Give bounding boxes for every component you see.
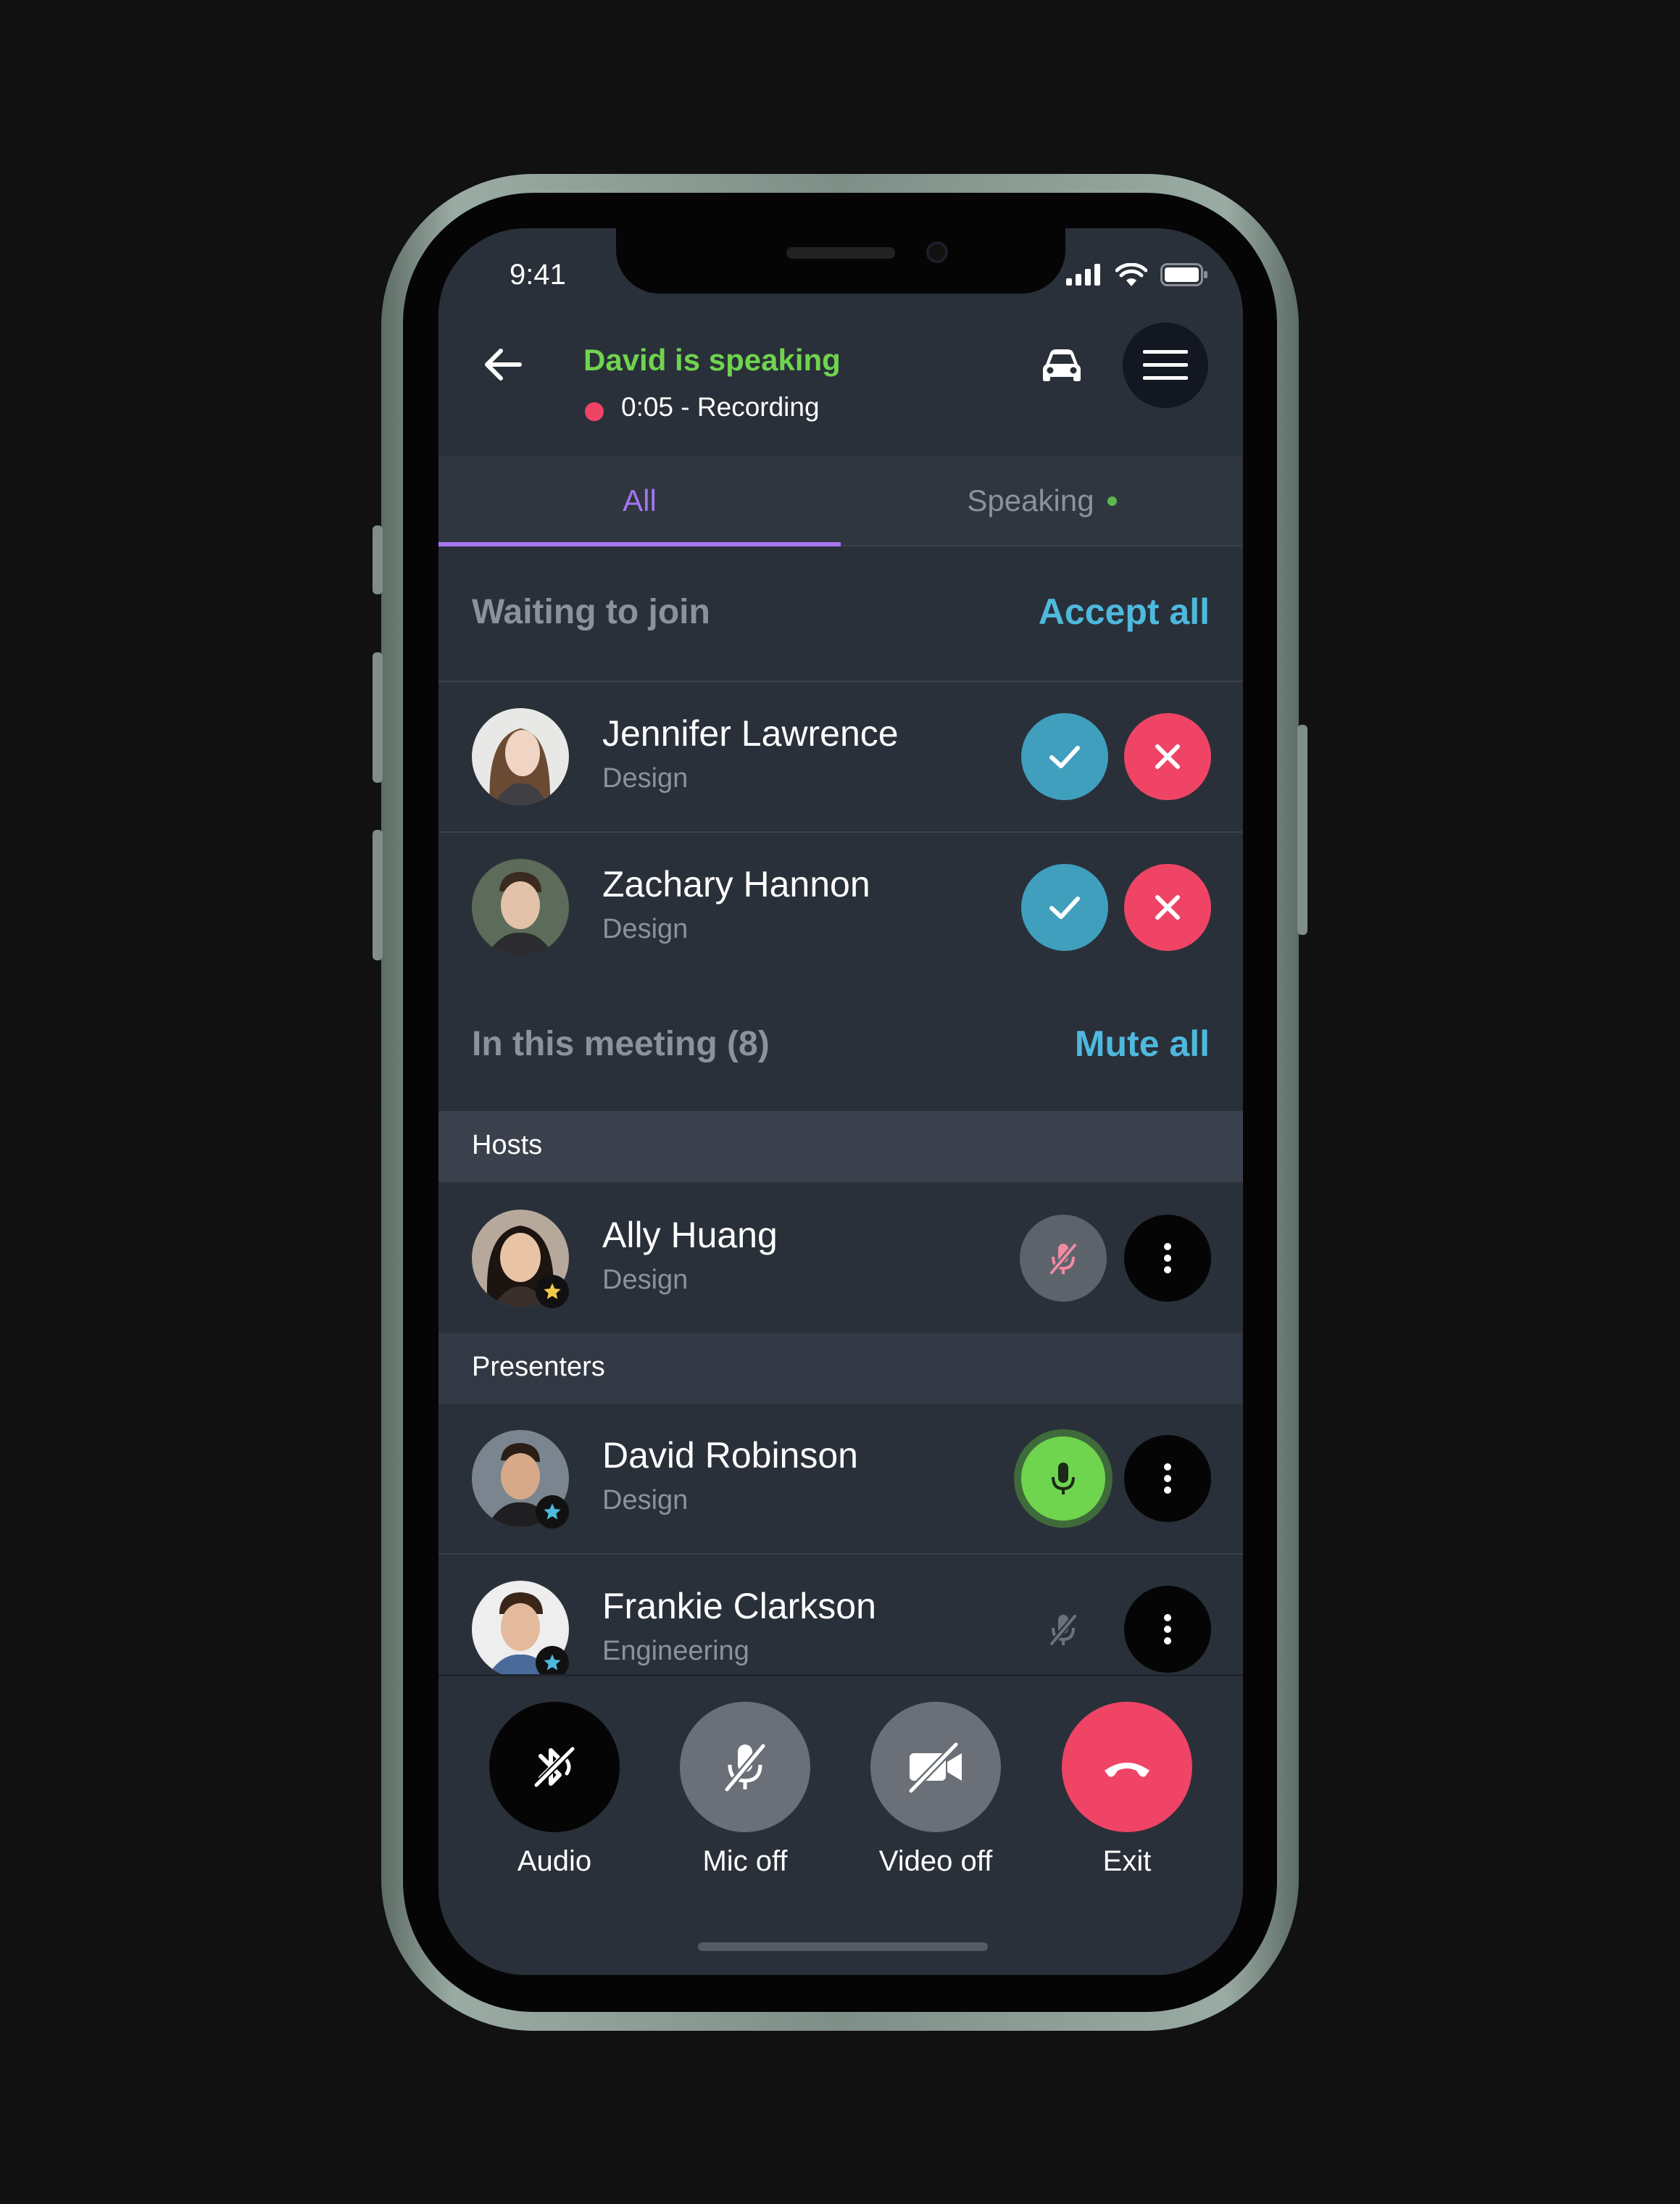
check-icon [1049, 746, 1080, 768]
more-vertical-icon [1164, 1614, 1171, 1644]
waiting-row: Jennifer Lawrence Design [438, 682, 1243, 831]
exit-call-button[interactable] [1062, 1702, 1192, 1832]
mic-toggle-button[interactable] [680, 1702, 810, 1832]
phone-mute-switch [373, 525, 383, 594]
accept-button[interactable] [1021, 864, 1108, 951]
recording-timer: 0:05 - Recording [621, 392, 820, 422]
participant-mic-button[interactable] [1020, 1215, 1107, 1302]
more-options-button[interactable] [1124, 1586, 1211, 1673]
accept-button[interactable] [1021, 713, 1108, 800]
close-icon [1155, 744, 1180, 769]
more-vertical-icon [1164, 1463, 1171, 1494]
waiting-section-title: Waiting to join [472, 593, 710, 631]
phone-volume-up [373, 652, 383, 783]
hosts-subheader: Hosts [438, 1111, 1243, 1182]
driving-mode-button[interactable] [1033, 337, 1091, 395]
arrow-left-icon [485, 349, 522, 380]
tab-all[interactable]: All [438, 457, 841, 545]
star-icon [544, 1503, 561, 1520]
participant-mic-button[interactable] [1020, 1586, 1107, 1673]
battery-icon [1160, 263, 1207, 286]
participant-row: Ally Huang Design [438, 1184, 1243, 1333]
car-icon [1043, 349, 1081, 381]
accept-all-button[interactable]: Accept all [1039, 591, 1210, 633]
front-camera [926, 241, 948, 263]
speaking-status: David is speaking [583, 343, 841, 377]
video-toggle-button[interactable] [870, 1702, 1001, 1832]
avatar-photo [472, 859, 569, 956]
avatar-photo [472, 708, 569, 805]
participant-row: David Robinson Design [438, 1404, 1243, 1553]
more-vertical-icon [1164, 1243, 1171, 1273]
tab-speaking[interactable]: Speaking [841, 457, 1243, 545]
participant-role: Design [602, 763, 689, 794]
mic-off-icon [1049, 1243, 1078, 1275]
mic-off-icon [724, 1743, 766, 1792]
tab-all-label: All [623, 483, 657, 517]
star-icon [544, 1654, 561, 1671]
speaking-mic-indicator [1021, 1436, 1105, 1521]
phone-volume-down [373, 830, 383, 960]
participant-name: Ally Huang [602, 1215, 778, 1255]
active-tab-indicator [438, 542, 841, 546]
decline-button[interactable] [1124, 713, 1211, 800]
call-controls-bar: Audio Mic off Video off Exit [438, 1674, 1243, 1975]
more-options-button[interactable] [1124, 1435, 1211, 1522]
participant-role: Engineering [602, 1636, 749, 1666]
wifi-icon [1115, 263, 1147, 286]
check-icon [1049, 897, 1080, 919]
hamburger-menu-icon [1143, 350, 1188, 380]
participant-name: Jennifer Lawrence [602, 713, 899, 754]
menu-button[interactable] [1123, 323, 1208, 408]
app-screen: 9:41 David is speaking 0:05 - Recording [438, 228, 1243, 1975]
presenters-label: Presenters [472, 1352, 605, 1382]
participant-tabs: All Speaking [438, 457, 1243, 546]
audio-control: Audio [489, 1702, 620, 1878]
close-icon [1155, 895, 1180, 920]
audio-label: Audio [517, 1845, 592, 1877]
phone-power-button [1297, 725, 1307, 935]
status-icons [1066, 263, 1208, 286]
avatar [472, 859, 569, 956]
presenter-badge [536, 1495, 569, 1529]
participant-role: Design [602, 1265, 689, 1295]
tab-speaking-label: Speaking [967, 483, 1094, 517]
participant-name: David Robinson [602, 1435, 858, 1476]
participant-role: Design [602, 1485, 689, 1515]
exit-control: Exit [1062, 1702, 1192, 1878]
mute-all-button[interactable]: Mute all [1075, 1023, 1210, 1065]
video-label: Video off [878, 1845, 993, 1877]
more-options-button[interactable] [1124, 1215, 1211, 1302]
decline-button[interactable] [1124, 864, 1211, 951]
bluetooth-audio-icon [533, 1746, 575, 1788]
meeting-section-title: In this meeting (8) [472, 1025, 770, 1063]
exit-label: Exit [1102, 1845, 1152, 1877]
recording-indicator [585, 402, 604, 421]
participant-name: Zachary Hannon [602, 864, 870, 905]
mic-control: Mic off [680, 1702, 810, 1878]
participant-mic-button[interactable] [1014, 1429, 1113, 1528]
hosts-label: Hosts [472, 1130, 543, 1160]
presenters-subheader: Presenters [438, 1333, 1243, 1404]
earpiece-speaker [786, 247, 895, 259]
avatar [472, 708, 569, 805]
back-button[interactable] [475, 336, 533, 394]
mic-label: Mic off [702, 1845, 788, 1877]
signal-icon [1066, 264, 1100, 286]
speaking-activity-dot [1107, 496, 1117, 506]
participant-name: Frankie Clarkson [602, 1586, 876, 1626]
participant-role: Design [602, 914, 689, 944]
status-time: 9:41 [510, 259, 566, 291]
notch [616, 228, 1065, 294]
host-badge [536, 1275, 569, 1308]
home-indicator[interactable] [698, 1942, 988, 1951]
mic-icon [1052, 1463, 1075, 1494]
waiting-row: Zachary Hannon Design [438, 833, 1243, 982]
hang-up-icon [1105, 1763, 1149, 1777]
audio-button[interactable] [489, 1702, 620, 1832]
star-icon [544, 1283, 561, 1299]
video-control: Video off [870, 1702, 1001, 1878]
mic-off-icon [1049, 1614, 1078, 1646]
video-off-icon [908, 1742, 962, 1794]
